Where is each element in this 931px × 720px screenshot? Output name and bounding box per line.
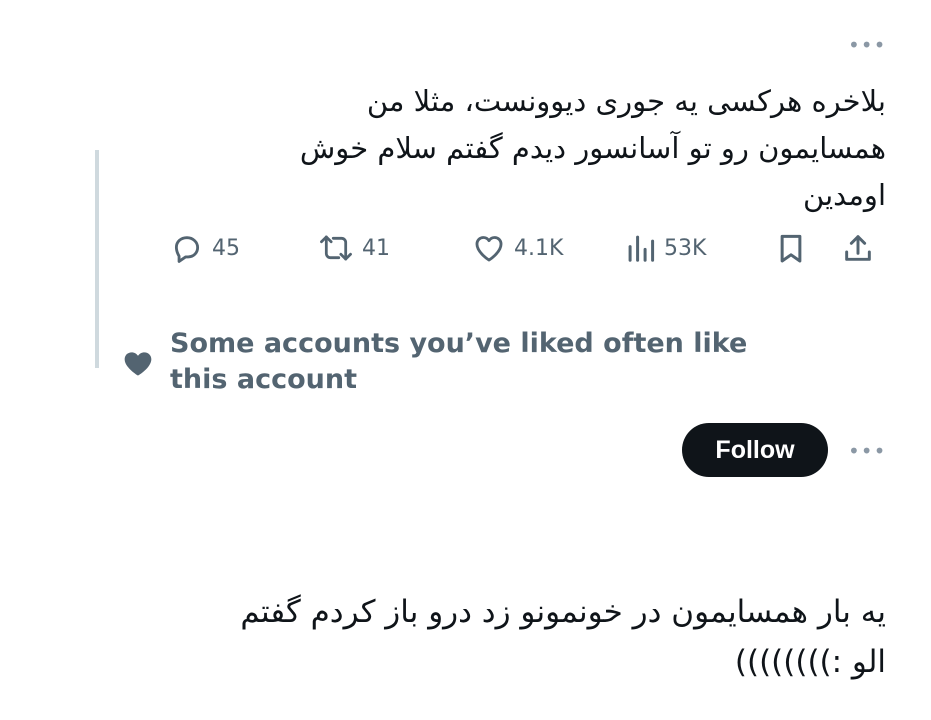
more-horizontal-icon[interactable]: ••• <box>848 35 886 55</box>
reply-count: 45 <box>212 235 240 261</box>
heart-icon <box>122 348 154 382</box>
views-button[interactable]: 53K <box>626 228 706 268</box>
analytics-icon <box>626 231 656 265</box>
reply-button[interactable]: 45 <box>170 228 240 268</box>
tweet-text: بلاخره هرکسی یه جوری دیوونست، مثلا من هم… <box>196 78 886 219</box>
tweet-line: همسایمون رو تو آسانسور دیدم گفتم سلام خو… <box>299 131 886 165</box>
repost-icon <box>318 231 354 265</box>
reply-text: یه بار همسایمون در خونمونو زد درو باز کر… <box>126 587 886 687</box>
tweet-line: بلاخره هرکسی یه جوری دیوونست، مثلا من <box>366 84 886 118</box>
social-context-line: this account <box>170 364 357 395</box>
like-count: 4.1K <box>514 235 564 261</box>
tweet-line: اومدین <box>803 178 886 212</box>
like-button[interactable]: 4.1K <box>472 228 563 268</box>
share-icon <box>842 231 874 265</box>
more-horizontal-icon[interactable]: ••• <box>848 441 886 461</box>
repost-button[interactable]: 41 <box>318 228 390 268</box>
reply-icon <box>170 231 204 265</box>
follow-button[interactable]: Follow <box>682 423 828 477</box>
views-count: 53K <box>664 235 707 261</box>
share-button[interactable] <box>842 228 874 268</box>
reply-line: یه بار همسایمون در خونمونو زد درو باز کر… <box>240 594 886 630</box>
thread-line <box>95 150 99 368</box>
repost-count: 41 <box>362 235 390 261</box>
bookmark-button[interactable] <box>776 228 806 268</box>
heart-outline-icon <box>472 231 506 265</box>
tweet-actions: 45 41 4.1K 53K <box>170 228 890 268</box>
social-context-line: Some accounts you’ve liked often like <box>170 328 748 359</box>
bookmark-icon <box>776 231 806 265</box>
reply-line: الو :)))))))) <box>734 644 886 680</box>
